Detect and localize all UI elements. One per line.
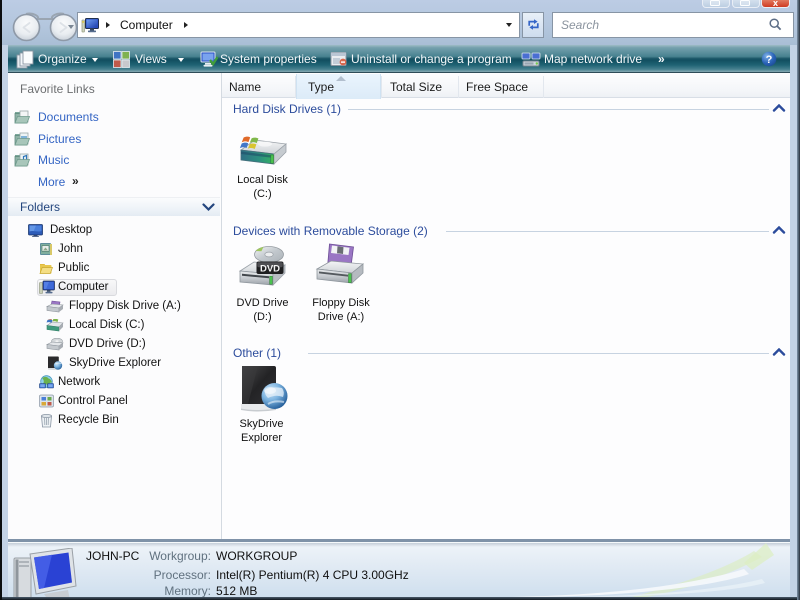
svg-text:?: ?: [766, 54, 773, 66]
